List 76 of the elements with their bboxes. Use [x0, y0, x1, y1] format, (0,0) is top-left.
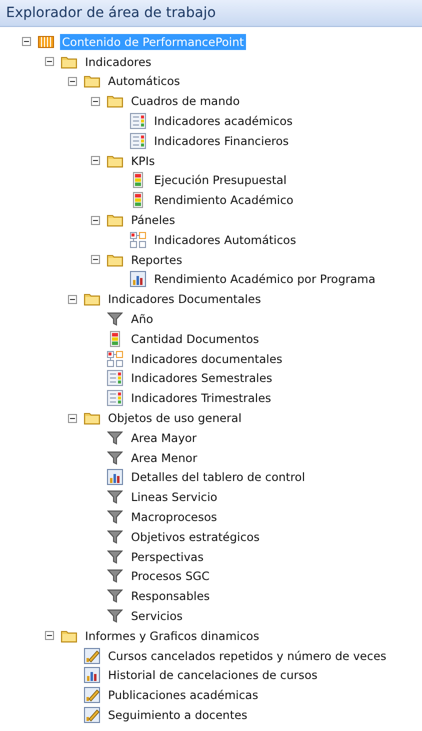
filter-icon — [107, 489, 123, 506]
tree-item[interactable]: Procesos SGC — [129, 568, 212, 584]
folder-icon — [84, 291, 100, 308]
scorecard-icon — [107, 390, 123, 406]
pencil-chart-icon — [84, 687, 100, 704]
collapse-toggle-icon[interactable] — [45, 57, 54, 66]
tree-item[interactable]: Rendimiento Académico — [152, 192, 296, 208]
filter-icon — [107, 588, 123, 604]
folder-icon — [107, 212, 123, 228]
tree-item[interactable]: Macroprocesos — [129, 509, 220, 526]
tree-item[interactable]: Historial de cancelaciones de cursos — [106, 667, 320, 684]
filter-icon — [107, 548, 123, 565]
tree-item[interactable]: Detalles del tablero de control — [129, 469, 308, 486]
tree-item[interactable]: Cantidad Documentos — [129, 330, 261, 347]
folder-icon — [84, 73, 100, 90]
tree-item[interactable]: Reportes — [129, 252, 184, 268]
tree-item[interactable]: Indicadores académicos — [152, 113, 295, 130]
traffic-light-icon — [107, 330, 123, 347]
collapse-toggle-icon[interactable] — [68, 414, 77, 423]
collapse-toggle-icon[interactable] — [45, 631, 54, 640]
tree-item[interactable]: Responsables — [129, 588, 212, 604]
tree-item[interactable]: Cuadros de mando — [129, 93, 242, 110]
tree-item[interactable]: Perspectivas — [129, 548, 206, 565]
collapse-toggle-icon[interactable] — [91, 255, 100, 264]
tree-item[interactable]: Indicadores Semestrales — [129, 370, 274, 386]
collapse-toggle-icon[interactable] — [68, 294, 77, 304]
bar-chart-icon — [107, 469, 123, 486]
filter-icon — [107, 568, 123, 584]
collapse-toggle-icon[interactable] — [91, 96, 100, 106]
tree-item[interactable]: Indicadores Trimestrales — [129, 390, 274, 406]
tree-item[interactable]: Area Menor — [129, 450, 200, 466]
filter-icon — [107, 509, 123, 526]
tree-item[interactable]: Páneles — [129, 212, 178, 228]
tree-item[interactable]: Informes y Graficos dinamicos — [83, 628, 262, 644]
tree-item[interactable]: Rendimiento Académico por Programa — [152, 271, 378, 288]
filter-icon — [107, 608, 123, 624]
bar-chart-icon — [84, 667, 100, 684]
filter-icon — [107, 528, 123, 545]
folder-icon — [107, 93, 123, 110]
collapse-toggle-icon[interactable] — [68, 76, 77, 86]
panel-title: Explorador de área de trabajo — [0, 0, 422, 27]
tree-item[interactable]: Indicadores Documentales — [106, 291, 263, 308]
scorecard-icon — [130, 113, 146, 130]
tree-item[interactable]: Cursos cancelados repetidos y número de veces — [106, 648, 388, 664]
dashboard-icon — [130, 232, 146, 248]
columns-icon — [38, 34, 54, 50]
tree-item[interactable]: Lineas Servicio — [129, 489, 220, 506]
tree-item[interactable]: Automáticos — [106, 73, 182, 90]
traffic-light-icon — [130, 192, 146, 208]
pencil-chart-icon — [84, 648, 100, 664]
dashboard-icon — [107, 350, 123, 367]
tree-item[interactable]: Objetivos estratégicos — [129, 528, 262, 545]
folder-icon — [84, 410, 100, 426]
filter-icon — [107, 450, 123, 466]
collapse-toggle-icon[interactable] — [91, 156, 100, 166]
tree-item[interactable]: Area Mayor — [129, 430, 199, 446]
tree-item[interactable]: Objetos de uso general — [106, 410, 244, 426]
collapse-toggle-icon[interactable] — [22, 37, 31, 46]
tree-item[interactable]: Ejecución Presupuestal — [152, 172, 289, 188]
tree-item[interactable]: KPIs — [129, 152, 157, 169]
scorecard-icon — [107, 370, 123, 386]
tree-item[interactable]: Indicadores — [83, 54, 154, 70]
filter-icon — [107, 430, 123, 446]
bar-chart-icon — [130, 271, 146, 288]
tree-item[interactable]: Indicadores Automáticos — [152, 232, 298, 248]
tree-item[interactable]: Año — [129, 311, 156, 328]
tree-item[interactable]: Indicadores documentales — [129, 350, 284, 367]
scorecard-icon — [130, 132, 146, 149]
tree-item[interactable]: Indicadores Financieros — [152, 132, 291, 149]
tree-item[interactable]: Servicios — [129, 608, 185, 624]
collapse-toggle-icon[interactable] — [91, 216, 100, 225]
pencil-chart-icon — [84, 706, 100, 723]
tree-item[interactable]: Seguimiento a docentes — [106, 706, 250, 723]
traffic-light-icon — [130, 172, 146, 188]
tree-item[interactable]: Publicaciones académicas — [106, 687, 260, 704]
filter-icon — [107, 311, 123, 328]
